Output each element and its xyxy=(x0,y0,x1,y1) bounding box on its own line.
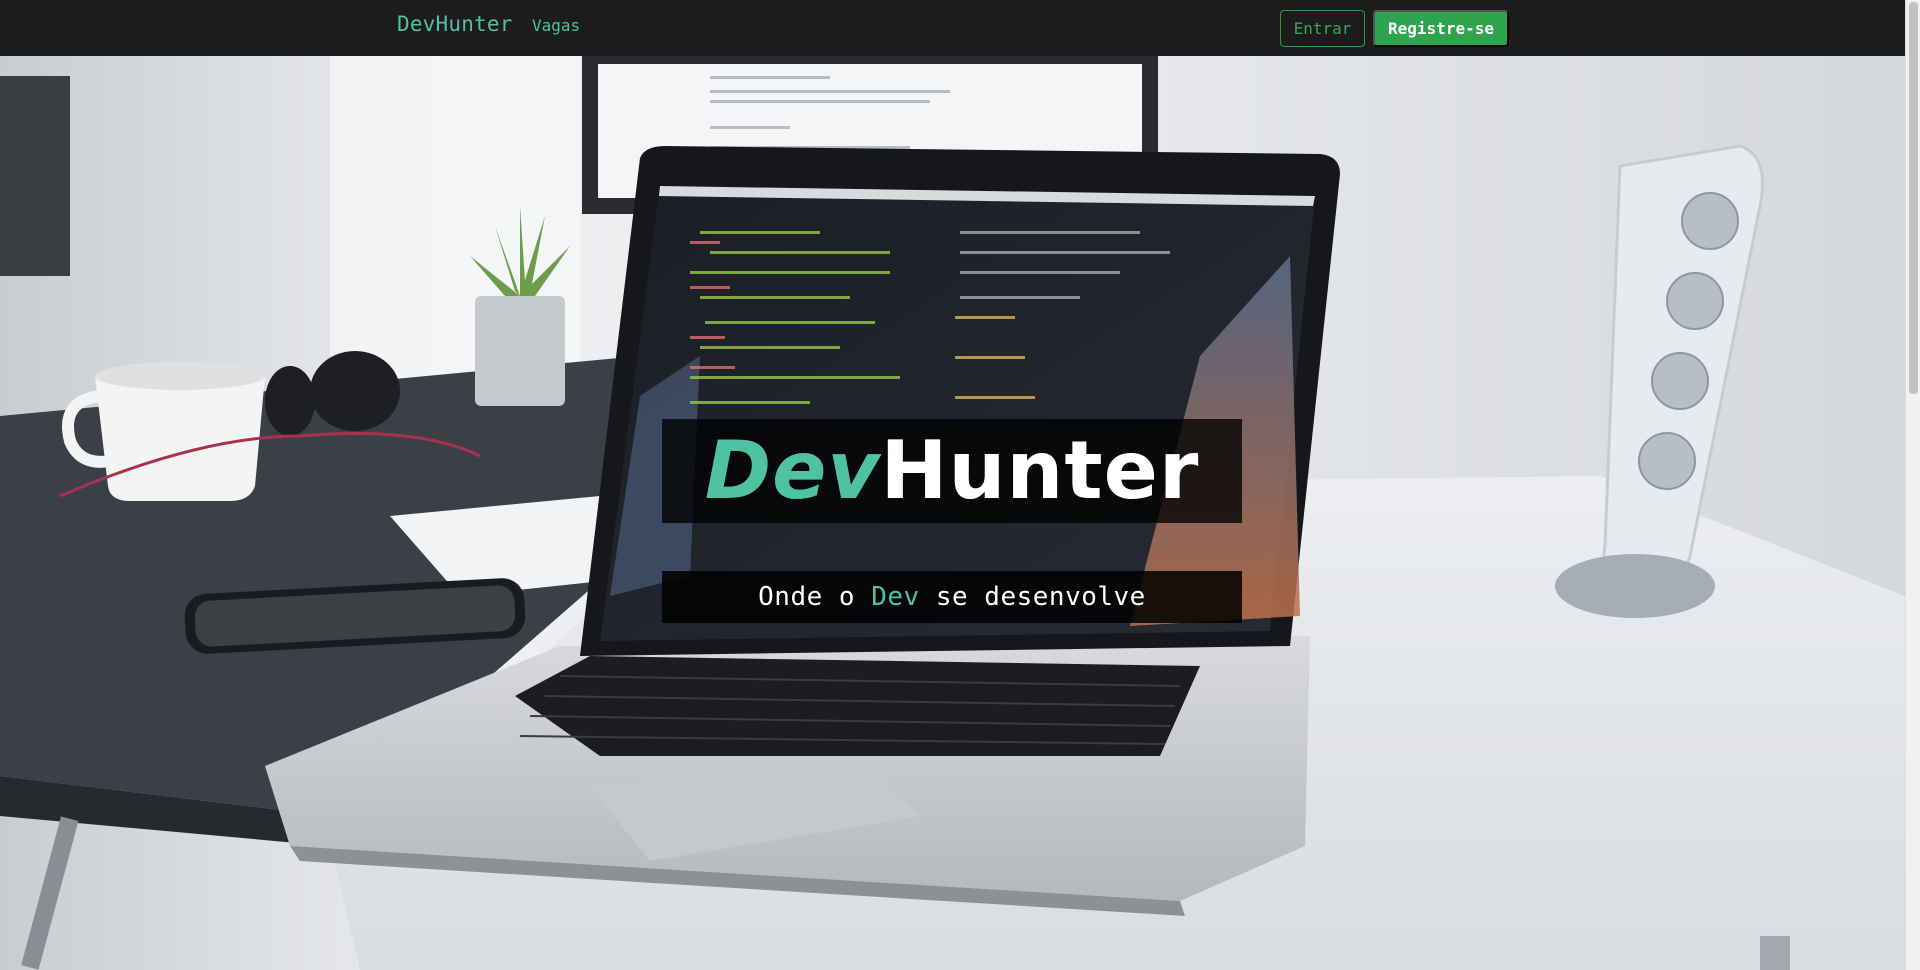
hero-subtitle-before: Onde o xyxy=(758,582,872,612)
hero-title: DevHunter xyxy=(705,431,1200,511)
page-scrollbar[interactable] xyxy=(1905,0,1920,970)
scrollbar-thumb[interactable] xyxy=(1909,2,1918,394)
login-button[interactable]: Entrar xyxy=(1280,10,1365,47)
hero-section: DevHunter Onde o Dev se desenvolve xyxy=(0,56,1905,970)
hero-title-rest: Hunter xyxy=(880,424,1200,517)
hero-title-banner: DevHunter xyxy=(662,419,1242,523)
nav-link-vagas[interactable]: Vagas xyxy=(532,16,580,35)
register-button[interactable]: Registre-se xyxy=(1373,10,1509,47)
hero-subtitle-after: se desenvolve xyxy=(919,582,1146,612)
hero-subtitle: Onde o Dev se desenvolve xyxy=(758,582,1146,612)
brand-logo-link[interactable]: DevHunter xyxy=(397,12,513,36)
hero-subtitle-accent: Dev xyxy=(871,582,920,612)
top-navbar: DevHunter Vagas Entrar Registre-se xyxy=(0,0,1905,56)
hero-subtitle-banner: Onde o Dev se desenvolve xyxy=(662,571,1242,623)
hero-title-accent: Dev xyxy=(704,424,881,517)
